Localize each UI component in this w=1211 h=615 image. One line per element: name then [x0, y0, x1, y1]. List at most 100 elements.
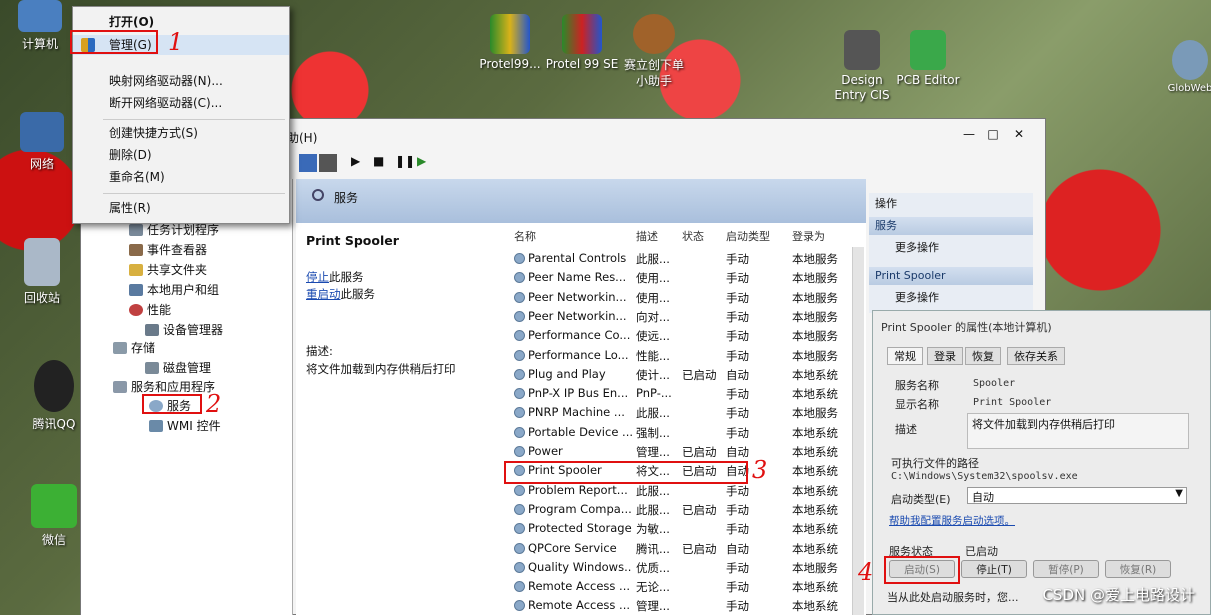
table-cell: 使计...	[636, 367, 670, 382]
gear-icon	[514, 330, 525, 342]
table-cell: 本地系统	[792, 367, 838, 382]
table-row[interactable]: PnP-X IP Bus En... PnP-... 手动 本地系统	[510, 384, 858, 403]
tab-general[interactable]: 常规	[887, 347, 923, 365]
desktop-icon-label: GlobWeb	[1167, 83, 1211, 94]
network-icon	[20, 112, 64, 152]
help-icon[interactable]	[299, 154, 317, 172]
table-row[interactable]: Peer Networkin... 使用... 手动 本地服务	[510, 288, 858, 307]
pause-button[interactable]: 暂停(P)	[1033, 560, 1099, 578]
minimize-button[interactable]: —	[959, 127, 979, 141]
table-cell: 手动	[726, 348, 749, 363]
desktop-icon-protel99[interactable]: Protel99...	[470, 14, 550, 71]
tree-item-wmi[interactable]: WMI 控件	[149, 417, 221, 435]
tree-item-event-viewer[interactable]: 事件查看器	[129, 241, 207, 259]
menu-help[interactable]: 助(H)	[287, 129, 317, 146]
description-box[interactable]: 将文件加载到内存供稍后打印	[967, 413, 1189, 449]
column-log-on-as[interactable]: 登录为	[792, 227, 825, 247]
table-row[interactable]: Performance Lo... 性能... 手动 本地服务	[510, 346, 858, 365]
column-status[interactable]: 状态	[682, 227, 704, 247]
table-row[interactable]: Remote Access ... 管理... 手动 本地系统	[510, 596, 858, 615]
column-description[interactable]: 描述	[636, 227, 658, 247]
gear-icon	[514, 446, 525, 457]
table-row[interactable]: Power 管理... 已启动 自动 本地系统	[510, 442, 858, 461]
tab-logon[interactable]: 登录	[927, 347, 963, 365]
desktop-icon-protel99se[interactable]: Protel 99 SE	[542, 14, 622, 71]
stop-service-link[interactable]: 停止	[306, 270, 329, 284]
startup-type-select[interactable]: 自动 ▼	[967, 487, 1187, 504]
tree-item-local-users[interactable]: 本地用户和组	[129, 281, 219, 299]
actions-section-services[interactable]: 服务	[869, 217, 1033, 235]
table-cell: 手动	[726, 560, 749, 575]
table-cell: 此服...	[636, 483, 670, 498]
tree-item-disk-management[interactable]: 磁盘管理	[145, 359, 211, 377]
table-cell: 本地系统	[792, 483, 838, 498]
menu-item-create-shortcut[interactable]: 创建快捷方式(S)	[73, 123, 289, 143]
menu-item-map-drive[interactable]: 映射网络驱动器(N)...	[73, 71, 289, 91]
table-cell: 管理...	[636, 445, 670, 459]
table-row[interactable]: Peer Name Res... 使用... 手动 本地服务	[510, 268, 858, 287]
menu-item-properties[interactable]: 属性(R)	[73, 198, 289, 218]
table-cell: 已启动	[682, 502, 717, 517]
desktop-icon-globweb[interactable]: GlobWeb	[1150, 40, 1211, 94]
table-cell: 腾讯...	[636, 541, 670, 556]
table-cell: Protected Storage	[528, 521, 632, 536]
table-row[interactable]: PNRP Machine ... 此服... 手动 本地服务	[510, 403, 858, 422]
table-row[interactable]: QPCore Service 腾讯... 已启动 自动 本地系统	[510, 539, 858, 558]
more-actions-services[interactable]: 更多操作	[869, 239, 1033, 257]
desktop-icon-pcb-editor[interactable]: PCB Editor	[888, 30, 968, 87]
actions-section-print-spooler[interactable]: Print Spooler	[869, 267, 1033, 285]
close-button[interactable]: ✕	[1009, 127, 1029, 141]
table-row[interactable]: Protected Storage 为敏... 手动 本地系统	[510, 519, 858, 538]
desktop-icon-lcsc[interactable]: 赛立创下单 小助手	[614, 14, 694, 89]
table-row[interactable]: Plug and Play 使计... 已启动 自动 本地系统	[510, 365, 858, 384]
wechat-icon	[31, 484, 77, 528]
restart-icon[interactable]: ▶	[417, 154, 435, 172]
tree-item-shared-folders[interactable]: 共享文件夹	[129, 261, 207, 279]
menu-item-delete[interactable]: 删除(D)	[73, 145, 289, 165]
recycle-bin-icon	[24, 238, 60, 286]
table-cell: 使用...	[636, 290, 670, 305]
table-cell: 手动	[726, 599, 749, 614]
desktop-icon-computer[interactable]: 计算机	[0, 0, 80, 52]
table-row[interactable]: Program Compa... 此服... 已启动 手动 本地系统	[510, 500, 858, 519]
stop-icon[interactable]: ■	[373, 154, 391, 172]
table-row[interactable]: Performance Co... 使远... 手动 本地服务	[510, 326, 858, 345]
table-row[interactable]: Peer Networkin... 向对... 手动 本地服务	[510, 307, 858, 326]
table-cell: Performance Lo...	[528, 347, 629, 362]
table-cell: 手动	[726, 406, 749, 421]
menu-item-rename[interactable]: 重命名(M)	[73, 167, 289, 187]
maximize-button[interactable]: □	[983, 127, 1003, 141]
table-row[interactable]: Quality Windows... 优质... 手动 本地服务	[510, 558, 858, 577]
tree-item-device-manager[interactable]: 设备管理器	[145, 321, 223, 339]
desktop-icon-recycle-bin[interactable]: 回收站	[2, 238, 82, 306]
console-icon[interactable]	[319, 154, 337, 172]
menu-item-disconnect-drive[interactable]: 断开网络驱动器(C)...	[73, 93, 289, 113]
tree-item-performance[interactable]: 性能	[129, 301, 171, 319]
column-name[interactable]: 名称	[514, 227, 536, 247]
table-cell: Problem Report...	[528, 482, 628, 497]
table-cell: Program Compa...	[528, 501, 632, 516]
help-configure-link[interactable]: 帮助我配置服务启动选项。	[889, 513, 1015, 528]
tab-recovery[interactable]: 恢复	[965, 347, 1001, 365]
column-startup-type[interactable]: 启动类型	[726, 227, 770, 247]
restart-service-link[interactable]: 重启动	[306, 287, 341, 301]
table-row[interactable]: Parental Controls 此服... 手动 本地服务	[510, 249, 858, 268]
table-cell: 本地系统	[792, 387, 838, 402]
stop-button[interactable]: 停止(T)	[961, 560, 1027, 578]
menu-separator	[103, 193, 285, 194]
table-cell: 手动	[726, 425, 749, 440]
more-actions-print-spooler[interactable]: 更多操作	[869, 289, 1033, 307]
desktop-icon-network[interactable]: 网络	[2, 112, 82, 172]
table-row[interactable]: Remote Access ... 无论... 手动 本地系统	[510, 577, 858, 596]
desktop-icon-label: Protel99...	[479, 57, 541, 71]
pause-icon[interactable]: ❚❚	[395, 154, 415, 172]
table-cell: 手动	[726, 271, 749, 286]
table-row[interactable]: Portable Device ... 强制... 手动 本地系统	[510, 423, 858, 442]
tree-item-storage[interactable]: 存储	[113, 339, 155, 357]
resume-button[interactable]: 恢复(R)	[1105, 560, 1171, 578]
gear-icon	[514, 523, 525, 535]
table-cell: 本地系统	[792, 599, 838, 614]
gear-icon	[514, 561, 525, 573]
tab-dependencies[interactable]: 依存关系	[1007, 347, 1065, 365]
play-icon[interactable]: ▶	[351, 154, 369, 172]
